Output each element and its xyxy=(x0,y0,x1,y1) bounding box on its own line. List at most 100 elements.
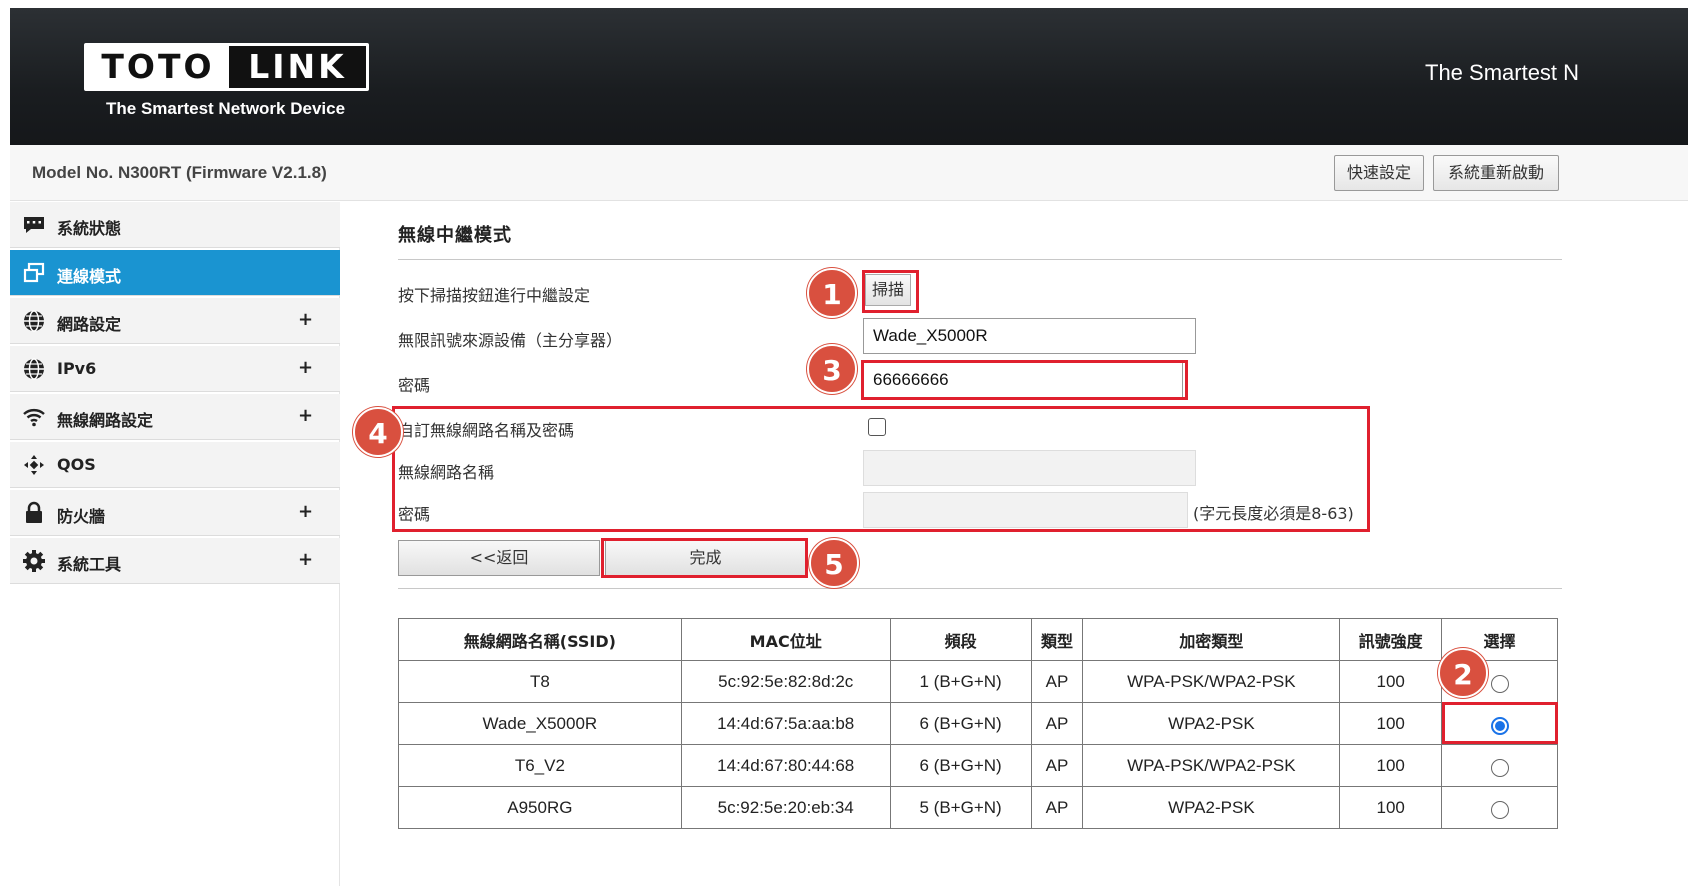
encryption-cell: WPA2-PSK xyxy=(1082,702,1341,745)
gear-icon xyxy=(23,550,45,572)
mac-cell: 14:4d:67:5a:aa:b8 xyxy=(680,702,891,745)
back-button[interactable]: <<返回 xyxy=(398,540,600,576)
type-cell: AP xyxy=(1030,660,1084,703)
quick-setup-button[interactable]: 快速設定 xyxy=(1334,155,1424,191)
source-ssid-field[interactable]: Wade_X5000R xyxy=(863,318,1196,354)
logo-text-left: TOTO xyxy=(87,46,229,88)
step-badge-3: 3 xyxy=(807,344,857,394)
expand-plus-icon[interactable]: + xyxy=(298,357,313,378)
step-badge-1: 1 xyxy=(807,268,857,318)
expand-plus-icon[interactable]: + xyxy=(298,405,313,426)
reboot-button[interactable]: 系統重新啟動 xyxy=(1433,155,1559,191)
sidebar-item-firewall[interactable]: 防火牆 + xyxy=(10,490,340,536)
ssid-cell: Wade_X5000R xyxy=(398,702,682,745)
divider xyxy=(398,588,1562,589)
sidebar-item-label: 無線網路設定 xyxy=(57,411,154,430)
encryption-cell: WPA-PSK/WPA2-PSK xyxy=(1082,744,1341,787)
sidebar-item-qos[interactable]: QOS xyxy=(10,442,340,488)
chat-bubble-icon xyxy=(24,217,44,233)
band-cell: 6 (B+G+N) xyxy=(889,702,1032,745)
select-cell xyxy=(1441,786,1558,829)
highlight-password xyxy=(861,360,1188,400)
column-header: 訊號強度 xyxy=(1339,618,1443,661)
column-header: 加密類型 xyxy=(1082,618,1341,661)
logo-text-right: LINK xyxy=(229,46,366,88)
type-cell: AP xyxy=(1030,786,1084,829)
band-cell: 1 (B+G+N) xyxy=(889,660,1032,703)
sidebar-nav: 系統狀態 連線模式 網路設定 + IPv6 + 無線網路設定 + QOS 防火牆… xyxy=(10,202,340,886)
password-label: 密碼 xyxy=(398,376,431,395)
router-admin-page: TOTO LINK The Smartest Network Device Th… xyxy=(10,8,1688,886)
windows-icon xyxy=(23,262,45,283)
source-device-label: 無限訊號來源設備（主分享器） xyxy=(398,331,623,350)
signal-cell: 100 xyxy=(1339,786,1443,829)
ssid-cell: T6_V2 xyxy=(398,744,682,787)
model-number: Model No. N300RT (Firmware V2.1.8) xyxy=(32,163,327,182)
scan-prompt-label: 按下掃描按鈕進行中繼設定 xyxy=(398,286,591,305)
totolink-logo: TOTO LINK The Smartest Network Device xyxy=(84,43,369,118)
globe-icon xyxy=(24,310,44,332)
step-badge-2: 2 xyxy=(1438,648,1488,698)
table-row[interactable]: T8 5c:92:5e:82:8d:2c 1 (B+G+N) AP WPA-PS… xyxy=(398,660,1558,703)
sidebar-item-label: QOS xyxy=(57,455,96,474)
wifi-icon xyxy=(23,409,45,427)
main-content: 無線中繼模式 按下掃描按鈕進行中繼設定 掃描 無限訊號來源設備（主分享器） Wa… xyxy=(353,202,1688,886)
expand-plus-icon[interactable]: + xyxy=(298,549,313,570)
sidebar-item-label: IPv6 xyxy=(57,359,97,378)
mac-cell: 5c:92:5e:20:eb:34 xyxy=(680,786,891,829)
signal-cell: 100 xyxy=(1339,660,1443,703)
sidebar-item-label: 連線模式 xyxy=(57,267,122,286)
sidebar-item-label: 系統工具 xyxy=(57,555,122,574)
select-radio[interactable] xyxy=(1490,759,1509,778)
encryption-cell: WPA-PSK/WPA2-PSK xyxy=(1082,660,1341,703)
select-radio[interactable] xyxy=(1490,801,1509,820)
highlight-custom-settings xyxy=(392,406,1370,532)
table-row[interactable]: A950RG 5c:92:5e:20:eb:34 5 (B+G+N) AP WP… xyxy=(398,786,1558,829)
column-header: 頻段 xyxy=(889,618,1032,661)
signal-cell: 100 xyxy=(1339,744,1443,787)
model-bar: Model No. N300RT (Firmware V2.1.8) 快速設定 … xyxy=(10,145,1688,201)
highlight-scan xyxy=(862,270,919,313)
divider xyxy=(398,259,1562,260)
move-arrows-icon xyxy=(24,455,44,475)
sidebar-item-system-tools[interactable]: 系統工具 + xyxy=(10,538,340,584)
sidebar-item-label: 網路設定 xyxy=(57,315,122,334)
step-badge-4: 4 xyxy=(353,407,403,457)
header-tagline: The Smartest N xyxy=(1425,60,1580,85)
sidebar-item-connection-mode[interactable]: 連線模式 xyxy=(10,250,340,296)
sidebar-item-ipv6[interactable]: IPv6 + xyxy=(10,346,340,392)
globe-icon xyxy=(24,358,44,380)
highlight-done xyxy=(601,538,808,578)
mac-cell: 5c:92:5e:82:8d:2c xyxy=(680,660,891,703)
type-cell: AP xyxy=(1030,702,1084,745)
table-row[interactable]: Wade_X5000R 14:4d:67:5a:aa:b8 6 (B+G+N) … xyxy=(398,702,1558,745)
ssid-cell: A950RG xyxy=(398,786,682,829)
signal-cell: 100 xyxy=(1339,702,1443,745)
column-header: 類型 xyxy=(1030,618,1084,661)
sidebar-item-label: 防火牆 xyxy=(57,507,106,526)
logo-tagline: The Smartest Network Device xyxy=(106,99,346,118)
table-row[interactable]: T6_V2 14:4d:67:80:44:68 6 (B+G+N) AP WPA… xyxy=(398,744,1558,787)
step-badge-5: 5 xyxy=(809,538,859,588)
page-title: 無線中繼模式 xyxy=(398,225,512,246)
expand-plus-icon[interactable]: + xyxy=(298,309,313,330)
encryption-cell: WPA2-PSK xyxy=(1082,786,1341,829)
band-cell: 6 (B+G+N) xyxy=(889,744,1032,787)
expand-plus-icon[interactable]: + xyxy=(298,501,313,522)
select-cell xyxy=(1441,744,1558,787)
band-cell: 5 (B+G+N) xyxy=(889,786,1032,829)
logo-frame: TOTO LINK xyxy=(84,43,369,91)
sidebar-item-wireless[interactable]: 無線網路設定 + xyxy=(10,394,340,440)
table-header-row: 無線網路名稱(SSID) MAC位址 頻段 類型 加密類型 訊號強度 選擇 xyxy=(398,618,1558,661)
sidebar-item-network[interactable]: 網路設定 + xyxy=(10,298,340,344)
site-survey-table: 無線網路名稱(SSID) MAC位址 頻段 類型 加密類型 訊號強度 選擇 T8… xyxy=(398,618,1558,829)
sidebar-item-status[interactable]: 系統狀態 xyxy=(10,202,340,248)
sidebar-item-label: 系統狀態 xyxy=(57,219,122,238)
highlight-select xyxy=(1442,702,1558,744)
select-radio[interactable] xyxy=(1490,675,1509,694)
column-header: MAC位址 xyxy=(680,618,891,661)
mac-cell: 14:4d:67:80:44:68 xyxy=(680,744,891,787)
lock-icon xyxy=(26,501,42,523)
header-banner: TOTO LINK The Smartest Network Device Th… xyxy=(10,8,1688,145)
ssid-cell: T8 xyxy=(398,660,682,703)
